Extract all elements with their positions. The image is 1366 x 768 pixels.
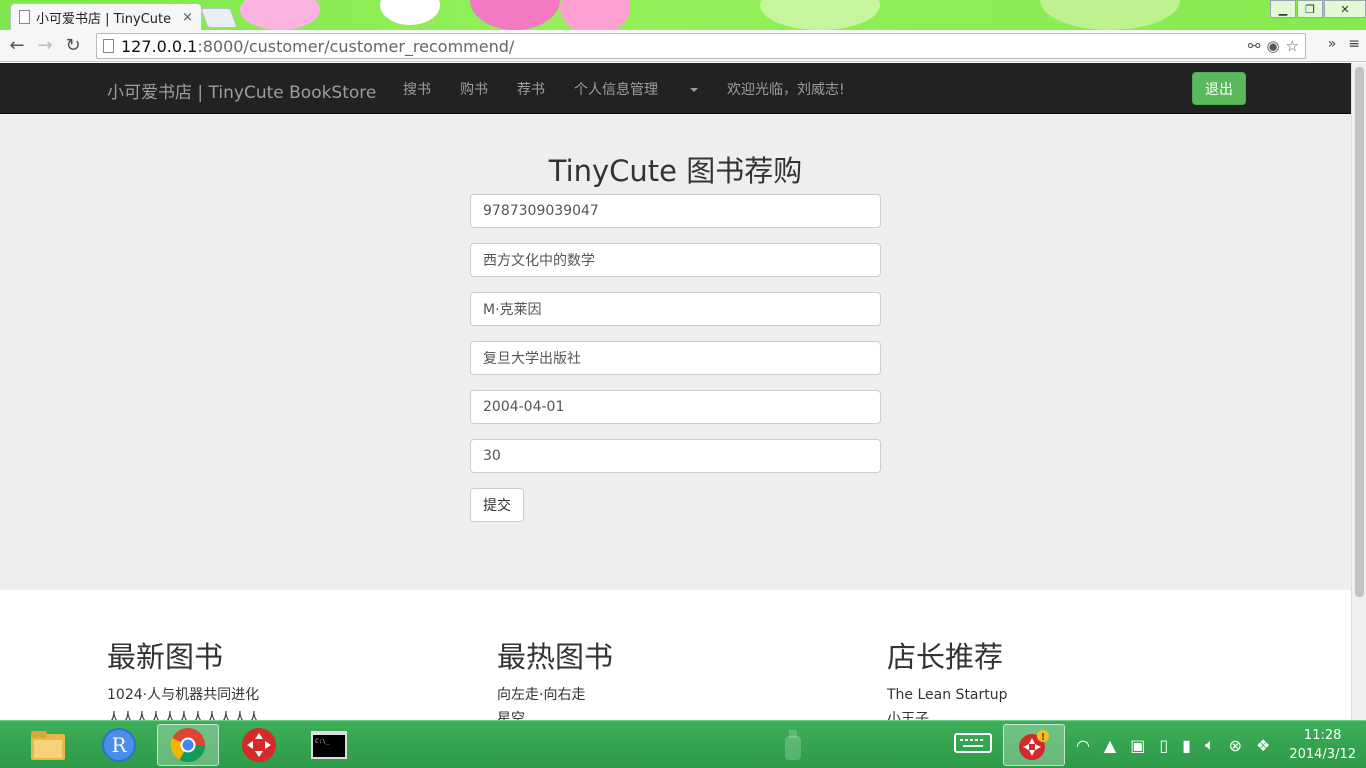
decor-blob xyxy=(240,0,320,30)
publish-date-field[interactable]: 2004-04-01 xyxy=(470,390,881,424)
section-title: 最热图书 xyxy=(497,640,614,674)
book-link[interactable]: 1024·人与机器共同进化 xyxy=(107,685,261,705)
tab-close-icon[interactable]: × xyxy=(182,10,193,25)
book-link[interactable]: 向左走·向右走 xyxy=(497,685,613,705)
price-field[interactable]: 30 xyxy=(470,439,881,473)
battery-icon[interactable]: ▯ xyxy=(1159,736,1168,755)
nav-link-buy[interactable]: 购书 xyxy=(460,79,488,99)
warning-app-icon: ! xyxy=(1018,730,1049,760)
taskbar-cmd[interactable]: C:\_ xyxy=(298,724,360,766)
hottest-books-section: 最热图书 向左走·向右走 星空 xyxy=(497,638,613,720)
taskbar-chrome[interactable] xyxy=(157,724,219,766)
show-hidden-icons-icon[interactable]: ▲ xyxy=(1104,736,1116,755)
omnibox-icons: ⚯ ◉ ☆ xyxy=(1248,37,1299,55)
url-path: :8000/customer/customer_recommend/ xyxy=(197,36,515,56)
taskbar-r[interactable]: R xyxy=(88,724,150,766)
taskbar-explorer[interactable] xyxy=(17,724,79,766)
clock-date: 2014/3/12 xyxy=(1289,747,1356,762)
close-icon[interactable]: ✕ xyxy=(1324,0,1366,18)
nav-dropdown-label: 个人信息管理 xyxy=(574,82,658,98)
nav-links: 搜书 购书 荐书 个人信息管理 欢迎光临，刘威志! xyxy=(403,79,874,99)
url-host: 127.0.0.1 xyxy=(121,36,198,56)
wifi-icon[interactable]: ◠ xyxy=(1076,736,1090,755)
minimize-icon[interactable]: ▁ xyxy=(1270,0,1296,18)
forward-icon[interactable]: → xyxy=(31,35,59,56)
scrollbar-thumb[interactable] xyxy=(1355,67,1364,597)
publisher-field[interactable]: 复旦大学出版社 xyxy=(470,341,881,375)
folder-icon xyxy=(31,731,65,760)
taskbar-app-red[interactable] xyxy=(228,724,290,766)
decor-blob xyxy=(470,0,560,30)
red-arrows-app-icon xyxy=(242,728,276,762)
owner-picks-section: 店长推荐 The Lean Startup 小王子 xyxy=(887,638,1008,720)
usb-tray-icon[interactable]: ▣ xyxy=(1130,736,1145,755)
taskbar-usb-ghost[interactable] xyxy=(762,724,824,766)
network-disconnected-icon[interactable]: ⊗ xyxy=(1229,736,1242,755)
nav-link-recommend[interactable]: 荐书 xyxy=(517,79,545,99)
decor-blob xyxy=(760,0,880,30)
page-icon xyxy=(19,10,30,24)
caret-down-icon xyxy=(690,88,698,92)
page-title: TinyCute 图书荐购 xyxy=(548,154,803,188)
section-title: 店长推荐 xyxy=(887,640,1004,674)
page-viewport: 小可爱书店 | TinyCute BookStore 搜书 购书 荐书 个人信息… xyxy=(0,63,1351,720)
svg-text:R: R xyxy=(111,733,127,757)
clock-time: 11:28 xyxy=(1303,728,1342,743)
bookmark-star-icon[interactable]: ☆ xyxy=(1286,37,1299,55)
nav-link-search[interactable]: 搜书 xyxy=(403,79,431,99)
page-scrollbar[interactable] xyxy=(1351,63,1366,720)
site-navbar: 小可爱书店 | TinyCute BookStore 搜书 购书 荐书 个人信息… xyxy=(0,63,1351,114)
submit-button[interactable]: 提交 xyxy=(470,488,524,522)
site-brand[interactable]: 小可爱书店 | TinyCute BookStore xyxy=(107,78,376,103)
system-clock[interactable]: 11:28 2014/3/12 xyxy=(1289,726,1356,764)
svg-text:!: ! xyxy=(1041,732,1046,743)
isbn-field[interactable]: 9787309039047 xyxy=(470,194,881,228)
newest-books-section: 最新图书 1024·人与机器共同进化 人人人人人人人人人人人 xyxy=(107,638,261,720)
recommend-form-section: TinyCute 图书荐购 9787309039047 西方文化中的数学 M·克… xyxy=(0,114,1351,590)
book-link[interactable]: The Lean Startup xyxy=(887,685,1008,705)
back-icon[interactable]: ← xyxy=(3,35,31,56)
section-title: 最新图书 xyxy=(107,640,224,674)
restore-icon[interactable]: ❐ xyxy=(1297,0,1323,18)
logout-button[interactable]: 退出 xyxy=(1192,72,1246,105)
chrome-icon xyxy=(170,728,205,762)
volume-icon[interactable]: 🔈︎ xyxy=(1205,735,1215,755)
browser-toolbar: ← → ↻ 127.0.0.1:8000/customer/customer_r… xyxy=(0,30,1366,62)
tab-title: 小可爱书店 | TinyCute BookStore xyxy=(36,11,176,27)
author-field[interactable]: M·克莱因 xyxy=(470,292,881,326)
system-tray: ! ◠ ▲ ▣ ▯ ▮ 🔈︎ ⊗ ❖ 11:28 2014/3/12 xyxy=(947,721,1366,768)
book-link[interactable]: 星空 xyxy=(497,709,613,720)
address-bar[interactable]: 127.0.0.1:8000/customer/customer_recomme… xyxy=(96,33,1306,59)
signal-icon[interactable]: ▮ xyxy=(1182,736,1191,755)
decor-blob xyxy=(1040,0,1180,30)
toolbar-right: » ≡ xyxy=(1328,36,1360,52)
browser-tab[interactable]: 小可爱书店 | TinyCute BookStore × xyxy=(10,3,202,30)
new-tab-button[interactable] xyxy=(200,8,238,28)
extension-globe-icon[interactable]: ◉ xyxy=(1266,37,1279,55)
page-icon xyxy=(103,39,114,53)
paw-icon[interactable]: ❖ xyxy=(1256,736,1270,755)
windows-taskbar: R C:\_ ! ◠ ▲ ▣ ▯ ▮ 🔈︎ ⊗ ❖ 11:28 2014/3/1… xyxy=(0,720,1366,768)
menu-icon[interactable]: ≡ xyxy=(1348,36,1360,52)
window-controls: ▁ ❐ ✕ xyxy=(1269,0,1366,18)
welcome-text: 欢迎光临，刘威志! xyxy=(727,82,845,98)
decor-blob xyxy=(560,0,630,30)
book-link[interactable]: 小王子 xyxy=(887,709,1008,720)
svg-text:C:\_: C:\_ xyxy=(315,738,330,745)
reload-icon[interactable]: ↻ xyxy=(59,35,87,56)
nav-dropdown-profile[interactable]: 个人信息管理 xyxy=(574,79,698,99)
browser-titlebar: 小可爱书店 | TinyCute BookStore × ▁ ❐ ✕ xyxy=(0,0,1366,30)
r-app-icon: R xyxy=(102,728,136,762)
extension-icon[interactable]: ⚯ xyxy=(1248,37,1261,55)
terminal-icon: C:\_ xyxy=(311,731,347,759)
decor-blob xyxy=(380,0,440,25)
more-extensions-icon[interactable]: » xyxy=(1328,36,1337,52)
book-link[interactable]: 人人人人人人人人人人人 xyxy=(107,709,261,720)
book-title-field[interactable]: 西方文化中的数学 xyxy=(470,243,881,277)
keyboard-icon[interactable] xyxy=(953,731,992,759)
usb-device-icon xyxy=(785,730,801,760)
taskbar-active-app[interactable]: ! xyxy=(1002,724,1065,766)
